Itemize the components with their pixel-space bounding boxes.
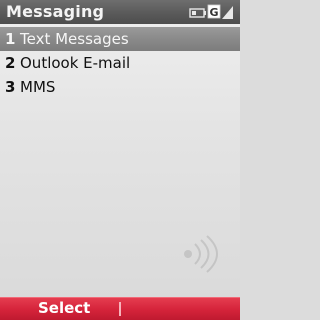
title-bar: Messaging G (0, 0, 240, 24)
menu-list: 1 Text Messages 2 Outlook E-mail 3 MMS (0, 27, 240, 99)
softkey-divider (119, 302, 121, 316)
menu-item-label: Text Messages (20, 30, 129, 48)
menu-item-label: MMS (20, 78, 56, 96)
menu-item-number: 3 (5, 78, 16, 96)
page-title: Messaging (6, 2, 105, 21)
status-icons: G (189, 4, 233, 19)
battery-icon (189, 8, 206, 18)
menu-item-text-messages[interactable]: 1 Text Messages (0, 27, 240, 51)
softkey-bar: Select (0, 297, 240, 320)
gprs-icon: G (207, 4, 221, 19)
signal-strength-icon (222, 6, 233, 19)
menu-item-number: 1 (5, 30, 16, 48)
menu-item-mms[interactable]: 3 MMS (0, 75, 240, 99)
phonearena-watermark (184, 235, 218, 273)
menu-item-label: Outlook E-mail (20, 54, 131, 72)
network-badge: G (209, 6, 218, 19)
menu-item-number: 2 (5, 54, 16, 72)
menu-item-outlook-email[interactable]: 2 Outlook E-mail (0, 51, 240, 75)
select-softkey[interactable]: Select (38, 299, 90, 317)
messaging-screen: Messaging G 1 Text Messages 2 Outlook E-… (0, 0, 240, 320)
